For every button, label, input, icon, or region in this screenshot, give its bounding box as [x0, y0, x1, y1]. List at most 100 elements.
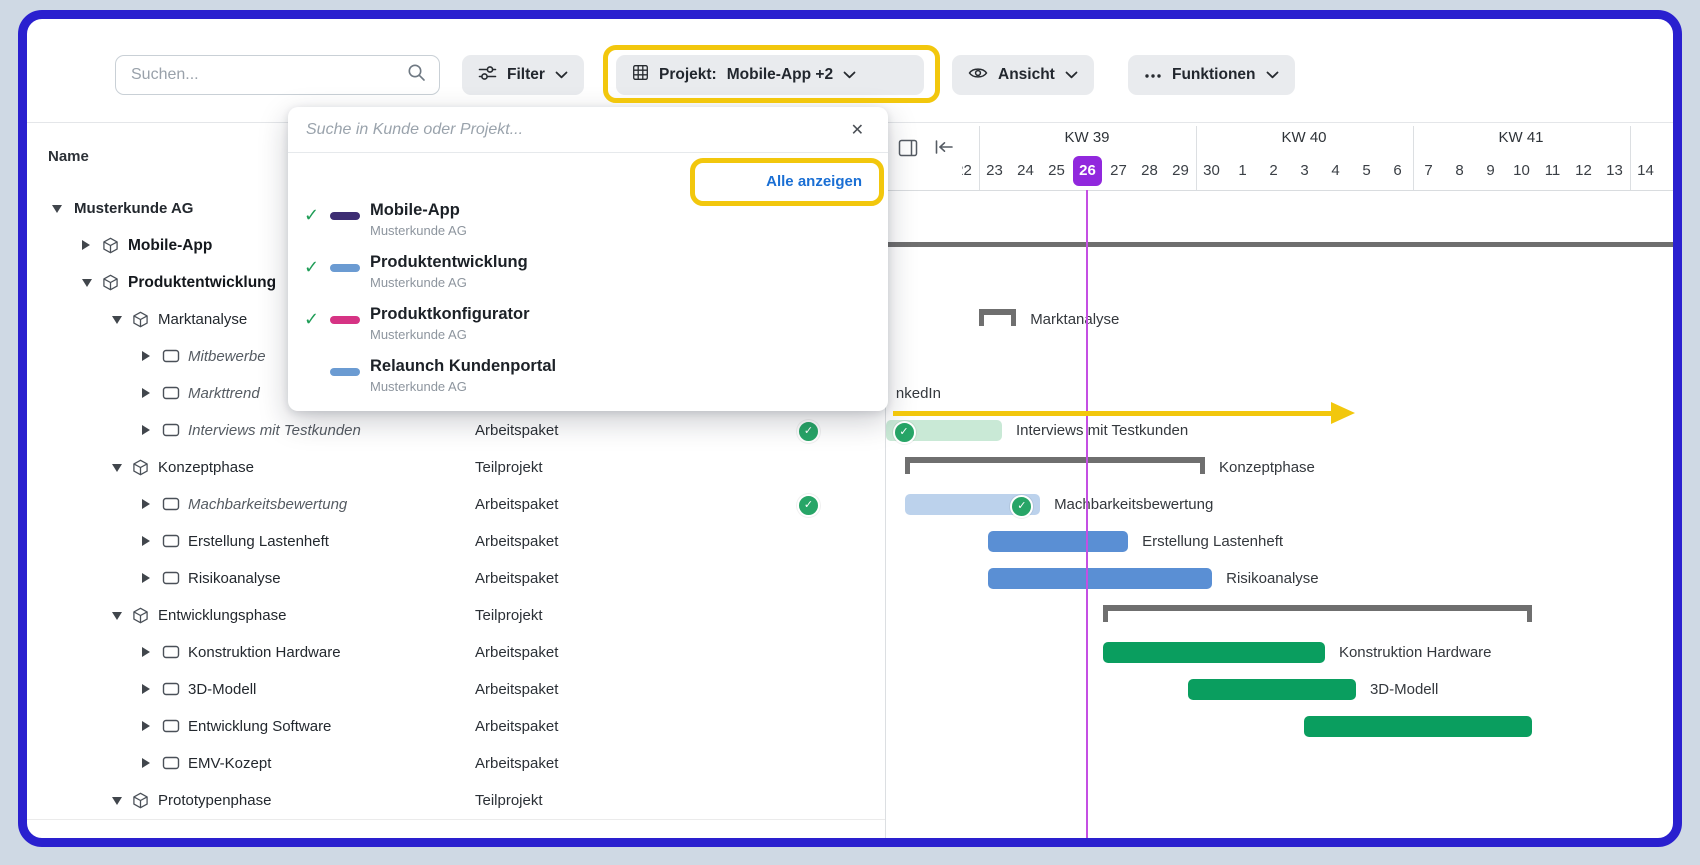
caret-collapsed-icon[interactable] [142, 758, 150, 768]
project-option-subtitle: Musterkunde AG [370, 379, 467, 394]
summary-bracket[interactable] [979, 309, 1016, 315]
package-icon [162, 533, 180, 551]
week-label: KW 40 [1281, 129, 1326, 146]
row-name: 3D-Modell [188, 671, 256, 708]
table-row[interactable]: Interviews mit TestkundenArbeitspaket✓ [27, 412, 885, 450]
project-color-chip [330, 264, 360, 272]
caret-collapsed-icon[interactable] [142, 388, 150, 398]
row-type: Arbeitspaket [475, 486, 558, 523]
cube-icon [132, 607, 150, 625]
caret-collapsed-icon[interactable] [142, 721, 150, 731]
caret-collapsed-icon[interactable] [142, 684, 150, 694]
row-type: Arbeitspaket [475, 634, 558, 671]
cube-icon [102, 237, 120, 255]
caret-expanded-icon[interactable] [112, 612, 122, 620]
day-label: 30 [1196, 156, 1227, 186]
day-label: 12 [1568, 156, 1599, 186]
gantt-timeline-header: KW 39KW 40KW 412223242526272829301234567… [962, 126, 1672, 190]
show-all-link[interactable]: Alle anzeigen [766, 173, 862, 190]
task-bar[interactable] [988, 531, 1128, 552]
project-option[interactable]: ✓Mobile-AppMusterkunde AG [288, 199, 888, 251]
table-row[interactable]: Erstellung LastenheftArbeitspaket [27, 523, 885, 561]
caret-collapsed-icon[interactable] [142, 536, 150, 546]
day-label: 22 [962, 156, 979, 186]
name-column-header: Name [48, 148, 89, 165]
caret-collapsed-icon[interactable] [142, 647, 150, 657]
project-filter-button[interactable]: Projekt: Mobile-App +2 [616, 55, 924, 95]
table-row[interactable]: Konstruktion Hardware Arbeitspaket [27, 634, 885, 672]
table-row[interactable]: 3D-ModellArbeitspaket [27, 671, 885, 709]
day-label: 28 [1134, 156, 1165, 186]
cube-icon [132, 311, 150, 329]
filter-button[interactable]: Filter [462, 55, 584, 95]
task-bar[interactable] [1188, 679, 1356, 700]
caret-collapsed-icon[interactable] [142, 425, 150, 435]
project-option[interactable]: ✓ Produktkonfigurator Musterkunde AG [288, 303, 888, 355]
project-option-name: Produktkonfigurator [370, 305, 530, 324]
view-label: Ansicht [998, 66, 1055, 84]
row-type: Teilprojekt [475, 782, 543, 819]
table-row[interactable]: Risikoanalyse Arbeitspaket [27, 560, 885, 598]
row-name: Risikoanalyse [188, 560, 281, 597]
day-label: 3 [1289, 156, 1320, 186]
task-bar[interactable] [1103, 642, 1325, 663]
bar-label: 3D-Modell [1370, 679, 1438, 700]
table-row[interactable]: EntwicklungsphaseTeilprojekt [27, 597, 885, 635]
caret-collapsed-icon[interactable] [142, 351, 150, 361]
caret-expanded-icon[interactable] [112, 464, 122, 472]
row-type: Arbeitspaket [475, 560, 558, 597]
dropdown-search-row[interactable]: ✕ [288, 107, 888, 153]
search-input[interactable] [129, 65, 407, 85]
chevron-down-icon [1266, 66, 1279, 84]
task-bar[interactable] [988, 568, 1212, 589]
project-label: Projekt: [659, 66, 717, 84]
view-button[interactable]: Ansicht [952, 55, 1094, 95]
caret-collapsed-icon[interactable] [82, 240, 90, 250]
close-icon[interactable]: ✕ [843, 116, 872, 144]
table-row[interactable]: PrototypenphaseTeilprojekt [27, 782, 885, 820]
day-label: 8 [1444, 156, 1475, 186]
project-option-subtitle: Musterkunde AG [370, 327, 467, 342]
project-color-chip [330, 368, 360, 376]
project-value: Mobile-App +2 [727, 66, 833, 84]
caret-expanded-icon[interactable] [112, 797, 122, 805]
table-row[interactable]: MachbarkeitsbewertungArbeitspaket✓ [27, 486, 885, 524]
search-box[interactable] [115, 55, 440, 95]
bar-label: nkedIn [896, 383, 941, 404]
day-label: 23 [979, 156, 1010, 186]
summary-bracket[interactable] [905, 457, 1205, 463]
project-option[interactable]: ✓ProduktentwicklungMusterkunde AG [288, 251, 888, 303]
caret-expanded-icon[interactable] [82, 279, 92, 287]
selected-check-icon: ✓ [304, 309, 319, 330]
summary-line[interactable] [886, 242, 1673, 247]
bar-label: Erstellung Lastenheft [1142, 531, 1283, 552]
today-marker-line [1086, 190, 1088, 838]
cube-icon [132, 792, 150, 810]
week-label: KW 41 [1498, 129, 1543, 146]
collapse-panel-left-icon[interactable] [934, 139, 954, 160]
table-row[interactable]: KonzeptphaseTeilprojekt [27, 449, 885, 487]
package-icon [162, 755, 180, 773]
bar-label: Machbarkeitsbewertung [1054, 494, 1213, 515]
bar-label: Risikoanalyse [1226, 568, 1319, 589]
task-bar[interactable] [1304, 716, 1532, 737]
row-name: Konstruktion Hardware [188, 634, 341, 671]
chevron-down-icon [843, 66, 856, 84]
dropdown-search-input[interactable] [304, 120, 843, 140]
table-row[interactable]: EMV-KozeptArbeitspaket [27, 745, 885, 783]
day-label: 2 [1258, 156, 1289, 186]
table-row[interactable]: Entwicklung SoftwareArbeitspaket [27, 708, 885, 746]
summary-bracket[interactable] [1103, 605, 1532, 611]
caret-collapsed-icon[interactable] [142, 499, 150, 509]
panel-layout-icon[interactable] [898, 139, 918, 162]
row-name: Mitbewerbe [188, 338, 266, 375]
project-option[interactable]: Relaunch KundenportalMusterkunde AG [288, 355, 888, 407]
caret-expanded-icon[interactable] [52, 205, 62, 213]
caret-expanded-icon[interactable] [112, 316, 122, 324]
annotation-arrow-head [1331, 402, 1355, 424]
functions-button[interactable]: Funktionen [1128, 55, 1295, 95]
caret-collapsed-icon[interactable] [142, 573, 150, 583]
package-icon [162, 570, 180, 588]
row-name: Musterkunde AG [74, 190, 193, 227]
project-option-name: Produktentwicklung [370, 253, 528, 272]
